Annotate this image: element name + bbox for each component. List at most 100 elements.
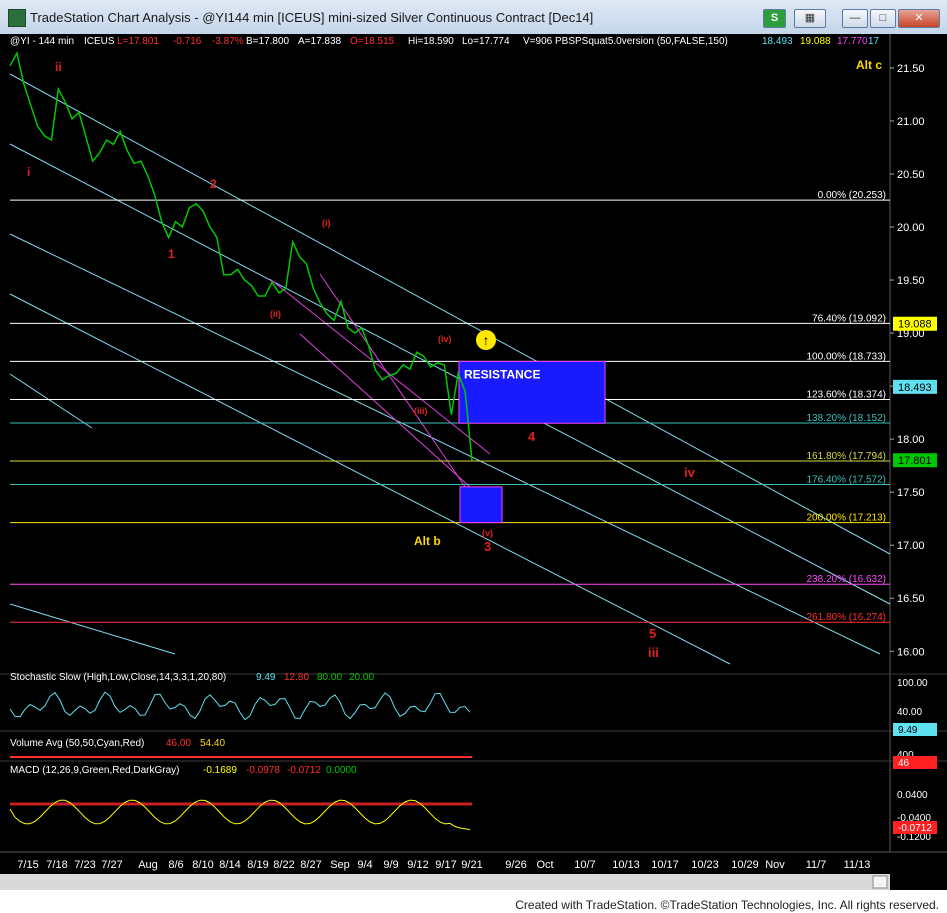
fib-level-label: 123.60% (18.374) [806,389,886,400]
maximize-button[interactable]: □ [870,9,896,28]
y-tick-label: 16.00 [897,646,925,658]
header-field: 19.088 [800,36,831,47]
y-tick-label: 21.00 [897,116,925,128]
x-tick-label: 8/27 [300,859,321,871]
volume-title: Volume Avg (50,50,Cyan,Red) [10,738,144,749]
macd-badge-label: -0.0712 [898,823,932,834]
x-tick-label: 10/29 [731,859,759,871]
volume-value: 54.40 [200,738,225,749]
header-field: @YI - 144 min [10,36,74,47]
volume-badge-label: 46 [898,758,910,769]
x-tick-label: 10/7 [574,859,595,871]
x-tick-label: 10/13 [612,859,640,871]
stochastic-tick: 40.00 [897,707,922,718]
stochastic-title: Stochastic Slow (High,Low,Close,14,3,3,1… [10,672,226,683]
close-button[interactable]: ✕ [898,9,940,28]
fib-level-label: 238.20% (16.632) [806,574,886,585]
alt-b-label: Alt b [414,534,441,548]
x-tick-label: 9/26 [505,859,526,871]
x-tick-label: 7/18 [46,859,67,871]
channel-line [9,603,176,655]
x-tick-label: 9/17 [435,859,456,871]
wave-label: (iv) [438,334,452,344]
x-tick-label: 9/12 [407,859,428,871]
stochastic-line [9,691,471,721]
macd-value: -0.1689 [203,765,237,776]
channel-line [9,73,891,555]
channel-line [9,233,881,655]
header-field: 18.493 [762,36,793,47]
stochastic-tick: 100.00 [897,678,928,689]
wave-label: iii [648,645,659,660]
wave-label: 5 [649,626,656,641]
y-tick-label: 20.00 [897,222,925,234]
stochastic-badge-label: 9.49 [898,725,918,736]
wave-label: 2 [210,177,217,191]
y-tick-label: 21.50 [897,63,925,75]
stochastic-value: 9.49 [256,672,276,683]
channel-line [9,373,93,429]
y-tick-label: 17.00 [897,540,925,552]
macd-value: -0.0978 [246,765,280,776]
x-tick-label: Oct [536,859,553,871]
title-bar: TradeStation Chart Analysis - @YI144 min… [0,0,947,35]
fib-level-label: 76.40% (19.092) [812,313,886,324]
fib-level-label: 0.00% (20.253) [818,190,886,201]
chart-area[interactable]: 0.00% (20.253) 76.40% (19.092) 100.00% (18… [0,34,947,890]
header-field: ICEUS [84,36,115,47]
y-tick-label: 20.50 [897,169,925,181]
x-tick-label: Aug [138,859,158,871]
wave-label: 4 [528,429,536,444]
scrollbar-thumb [872,875,888,889]
macd-tick: 0.0400 [897,790,928,801]
fib-level-label: 138.20% (18.152) [806,413,886,424]
scrollbar-track [0,874,890,890]
fib-level-label: 100.00% (18.733) [806,351,886,362]
wave-label: i [27,165,30,179]
y-tick-label: 16.50 [897,593,925,605]
x-tick-label: 8/22 [273,859,294,871]
grid-menu-button[interactable]: ▦ [794,9,826,28]
x-tick-label: 8/6 [168,859,183,871]
y-tick-label: 17.50 [897,487,925,499]
x-tick-label: Sep [330,859,350,871]
x-tick-label: 11/13 [844,859,871,871]
header-field: Hi=18.590 [408,36,454,47]
fib-level-label: 176.40% (17.572) [806,475,886,486]
x-tick-label: 11/7 [806,859,827,871]
fib-level-label: 161.80% (17.794) [806,451,886,462]
x-tick-label: 10/23 [691,859,719,871]
x-tick-label: Nov [765,859,785,871]
macd-title: MACD (12,26,9,Green,Red,DarkGray) [10,765,180,776]
macd-value: -0.0712 [287,765,321,776]
price-chart-svg[interactable]: 0.00% (20.253) 76.40% (19.092) 100.00% (18… [0,34,947,890]
strategy-s-button[interactable]: S [763,9,786,28]
x-tick-label: 7/27 [101,859,122,871]
y-tick-label: 19.50 [897,275,925,287]
header-field: V=906 [523,36,553,47]
header-field: 17 [868,36,880,47]
header-field: -3.87% [212,36,244,47]
header-field: PBSPSquat5.0version (50,FALSE,150) [555,36,728,47]
x-tick-label: 9/21 [461,859,482,871]
price-badge-label: 19.088 [898,319,932,331]
header-field: 17.770 [837,36,868,47]
price-badge-label: 17.801 [898,455,932,467]
tradestation-app-icon [8,9,26,27]
copyright-text: Created with TradeStation. ©TradeStation… [515,898,939,912]
y-tick-label: 18.00 [897,434,925,446]
footer: Created with TradeStation. ©TradeStation… [0,890,947,913]
header-field: Lo=17.774 [462,36,510,47]
wave-label: (i) [322,218,331,228]
alt-c-label: Alt c [856,58,882,72]
x-tick-label: 10/17 [651,859,679,871]
wave-label: 1 [168,247,175,261]
wave-label: (v) [482,528,493,538]
wave-label: (ii) [270,309,281,319]
macd-value: 0.0000 [326,765,357,776]
channel-line [9,143,891,605]
minimize-button[interactable]: — [842,9,868,28]
x-tick-label: 8/19 [247,859,268,871]
x-tick-label: 9/4 [357,859,372,871]
volume-value: 46.00 [166,738,191,749]
